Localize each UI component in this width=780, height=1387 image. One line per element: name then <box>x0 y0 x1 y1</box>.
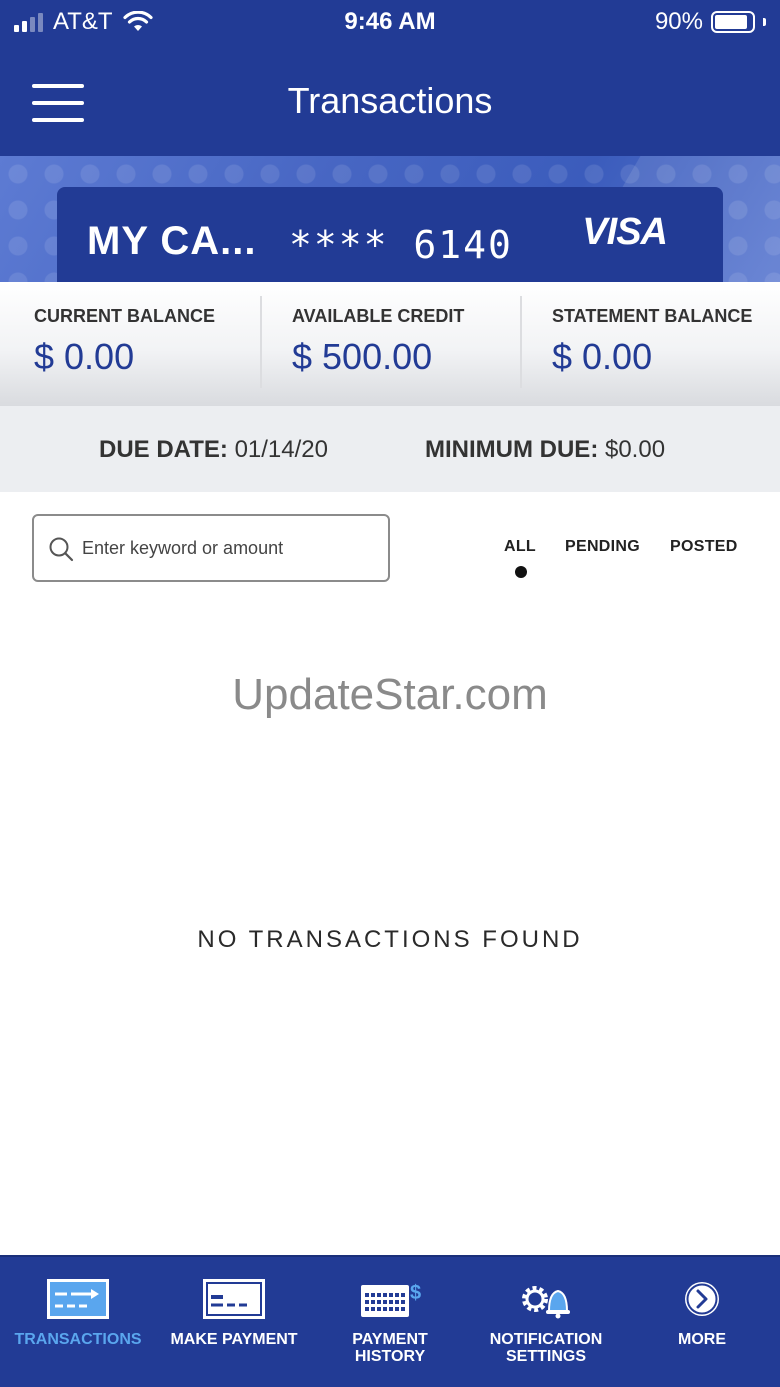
filter-all[interactable]: ALL <box>504 538 536 556</box>
payment-history-icon: $ <box>361 1282 421 1317</box>
available-credit: AVAILABLE CREDIT $ 500.00 <box>260 282 520 406</box>
selected-filter-indicator <box>515 566 527 578</box>
current-balance-label: CURRENT BALANCE <box>34 306 215 326</box>
page-title: Transactions <box>287 80 493 121</box>
tab-make-payment[interactable]: MAKE PAYMENT <box>156 1257 312 1387</box>
more-icon <box>685 1282 719 1316</box>
make-payment-icon <box>203 1279 265 1319</box>
available-credit-label: AVAILABLE CREDIT <box>292 306 465 326</box>
tab-notification-settings-label: NOTIFICATION SETTINGS <box>468 1331 624 1365</box>
transactions-icon <box>47 1279 109 1319</box>
tab-payment-history[interactable]: $ PAYMENT HISTORY <box>312 1257 468 1387</box>
current-balance: CURRENT BALANCE $ 0.00 <box>0 282 260 406</box>
balance-summary: CURRENT BALANCE $ 0.00 AVAILABLE CREDIT … <box>0 282 780 406</box>
tab-payment-history-label: PAYMENT HISTORY <box>312 1331 468 1365</box>
statement-balance-label: STATEMENT BALANCE <box>552 306 753 326</box>
empty-state-message: NO TRANSACTIONS FOUND <box>197 926 583 953</box>
battery-percent: 90% <box>654 8 703 35</box>
tab-notification-settings-line1: NOTIFICATION <box>489 1331 603 1348</box>
battery-info: 90% <box>655 8 766 36</box>
svg-text:$: $ <box>410 1282 421 1304</box>
tab-notification-settings-line2: SETTINGS <box>505 1348 586 1365</box>
tab-make-payment-label: MAKE PAYMENT <box>170 1331 298 1348</box>
minimum-due: MINIMUM DUE: $0.00 <box>425 436 665 464</box>
search-input[interactable] <box>82 516 382 580</box>
tab-notification-settings[interactable]: NOTIFICATION SETTINGS <box>468 1257 624 1387</box>
battery-icon <box>711 11 755 33</box>
due-date-label: DUE DATE: <box>99 436 228 463</box>
due-date: DUE DATE: 01/14/20 <box>99 436 328 464</box>
minimum-due-value: $0.00 <box>604 436 666 463</box>
current-balance-value: $ 0.00 <box>34 336 135 377</box>
due-date-value: 01/14/20 <box>234 436 328 463</box>
card-name: MY CA... <box>87 219 257 263</box>
tab-payment-history-line1: PAYMENT <box>352 1331 428 1348</box>
status-bar: AT&T 9:46 AM 90% <box>0 0 780 44</box>
visa-logo-icon: VISA <box>582 211 668 253</box>
watermark: UpdateStar.com <box>232 670 548 719</box>
minimum-due-label: MINIMUM DUE: <box>425 436 599 463</box>
battery-tip <box>763 18 766 26</box>
notification-settings-icon <box>522 1286 570 1319</box>
card-banner: MY CA... **** 6140 VISA <box>0 156 780 282</box>
tab-payment-history-line2: HISTORY <box>354 1348 426 1365</box>
tab-transactions[interactable]: TRANSACTIONS <box>0 1257 156 1387</box>
available-credit-value: $ 500.00 <box>292 336 433 377</box>
tab-more-label: MORE <box>678 1331 726 1348</box>
card-number: **** 6140 <box>289 223 513 267</box>
credit-card[interactable]: MY CA... **** 6140 VISA <box>57 187 723 282</box>
app-header: AT&T 9:46 AM 90% Transactions <box>0 0 780 156</box>
search-box[interactable] <box>32 514 390 582</box>
filter-pending[interactable]: PENDING <box>565 538 640 556</box>
tab-transactions-label: TRANSACTIONS <box>14 1331 142 1348</box>
search-icon <box>49 537 74 562</box>
due-info: DUE DATE: 01/14/20 MINIMUM DUE: $0.00 <box>0 406 780 492</box>
bottom-tab-bar: TRANSACTIONS MAKE PAYMENT $ PAYMENT HIST… <box>0 1255 780 1387</box>
statement-balance-value: $ 0.00 <box>552 336 653 377</box>
filter-posted[interactable]: POSTED <box>670 538 738 556</box>
statement-balance: STATEMENT BALANCE $ 0.00 <box>520 282 780 406</box>
tab-more[interactable]: MORE <box>624 1257 780 1387</box>
